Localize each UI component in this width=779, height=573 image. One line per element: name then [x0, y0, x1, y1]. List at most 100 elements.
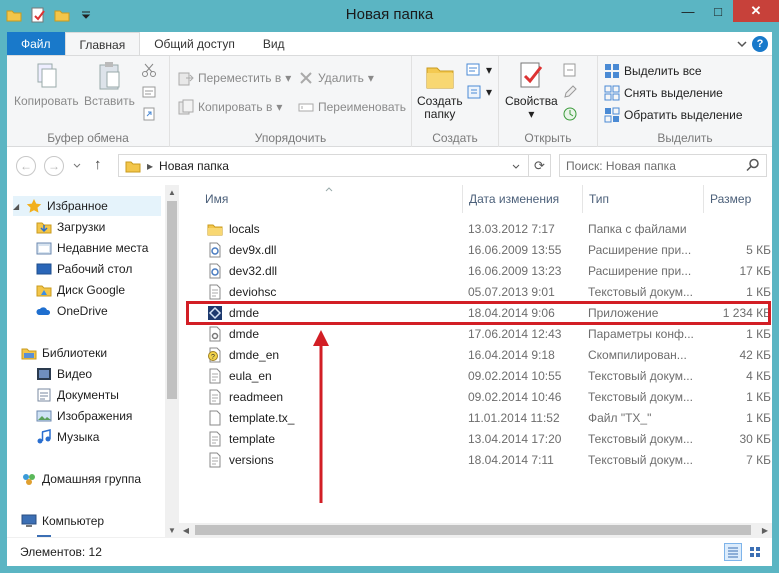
- maximize-button[interactable]: □: [703, 0, 733, 22]
- copy-to-icon: [178, 99, 194, 115]
- file-type: Текстовый докум...: [588, 284, 693, 299]
- copy-to-button[interactable]: Копировать в ▾: [178, 99, 282, 115]
- column-header-type[interactable]: Тип: [583, 185, 704, 213]
- nav-label: Видео: [57, 367, 93, 381]
- easy-access-button[interactable]: ▾: [466, 84, 492, 100]
- libraries-icon: [21, 348, 37, 360]
- table-row[interactable]: locals 13.03.2012 7:17 Папка с файлами: [193, 218, 772, 239]
- refresh-button[interactable]: ⟳: [528, 155, 550, 176]
- open-button[interactable]: [562, 62, 578, 78]
- window-controls: — □ ✕: [673, 0, 779, 22]
- scroll-right-arrow[interactable]: ▶: [758, 523, 772, 537]
- nav-recent-places[interactable]: Недавние места: [36, 238, 148, 258]
- paste-shortcut-button[interactable]: [141, 106, 157, 122]
- generic-file-icon: [209, 410, 221, 425]
- scroll-left-arrow[interactable]: ◀: [179, 523, 193, 537]
- address-dropdown-icon[interactable]: [512, 163, 520, 171]
- table-row[interactable]: versions 18.04.2014 7:11 Текстовый докум..…: [193, 449, 772, 470]
- invert-selection-icon: [604, 107, 620, 123]
- copy-button[interactable]: Копировать: [14, 60, 79, 108]
- delete-button[interactable]: Удалить ▾: [298, 70, 374, 86]
- ribbon: Копировать Вставить Буфер обмена Перемес…: [7, 55, 772, 148]
- help-icon[interactable]: ?: [752, 36, 768, 52]
- search-input[interactable]: Поиск: Новая папка: [559, 154, 767, 177]
- nav-desktop[interactable]: Рабочий стол: [36, 259, 132, 279]
- nav-computer[interactable]: Компьютер: [21, 511, 104, 531]
- table-row[interactable]: template 13.04.2014 17:20 Текстовый докум.…: [193, 428, 772, 449]
- table-row[interactable]: dev32.dll 16.06.2009 13:23 Расширение при.…: [193, 260, 772, 281]
- file-date: 16.06.2009 13:23: [468, 263, 562, 278]
- forward-button[interactable]: →: [44, 156, 64, 176]
- dropdown-arrow-icon: ▾: [486, 63, 493, 77]
- properties-button[interactable]: Свойства ▾: [505, 60, 558, 121]
- nav-favorites[interactable]: ◢ Избранное: [13, 196, 161, 216]
- select-none-button[interactable]: Снять выделение: [604, 85, 723, 101]
- dropdown-arrow-icon: ▾: [367, 71, 374, 85]
- move-to-button[interactable]: Переместить в ▾: [178, 70, 291, 86]
- table-row[interactable]: eula_en 09.02.2014 10:55 Текстовый докум..…: [193, 365, 772, 386]
- file-name-cell: readmeen: [207, 386, 457, 407]
- nav-documents[interactable]: Документы: [36, 385, 119, 405]
- nav-label: Загрузки: [57, 220, 106, 234]
- back-button[interactable]: ←: [16, 156, 36, 176]
- close-button[interactable]: ✕: [733, 0, 779, 22]
- expand-ribbon-icon[interactable]: [736, 38, 748, 50]
- select-all-button[interactable]: Выделить все: [604, 63, 702, 79]
- table-row[interactable]: dev9x.dll 16.06.2009 13:55 Расширение при.…: [193, 239, 772, 260]
- nav-google-drive[interactable]: Диск Google: [36, 280, 125, 300]
- tab-view[interactable]: Вид: [249, 32, 299, 56]
- nav-downloads[interactable]: Загрузки: [36, 217, 105, 237]
- paste-button[interactable]: Вставить: [84, 60, 135, 108]
- invert-selection-button[interactable]: Обратить выделение: [604, 107, 743, 123]
- table-row[interactable]: template.tx_ 11.01.2014 11:52 Файл "TX_" 1 …: [193, 407, 772, 428]
- help-file-icon: ?: [208, 347, 221, 362]
- file-type: Скомпилирован...: [588, 347, 687, 362]
- tab-file[interactable]: Файл: [7, 32, 65, 56]
- navigation-pane: ◢ Избранное Загрузки Недавние места Рабо…: [7, 185, 179, 537]
- scroll-up-arrow[interactable]: ▲: [165, 185, 179, 199]
- file-name-cell: ? dmde_en: [207, 344, 457, 365]
- nav-onedrive[interactable]: OneDrive: [36, 301, 108, 321]
- select-all-label: Выделить все: [624, 64, 702, 78]
- large-icons-view-button[interactable]: [746, 543, 764, 561]
- address-input[interactable]: ▸ Новая папка ⟳: [118, 154, 551, 177]
- edit-button[interactable]: [562, 84, 578, 100]
- table-row[interactable]: ? dmde_en 16.04.2014 9:18 Скомпилирован... 4…: [193, 344, 772, 365]
- nav-scrollbar[interactable]: ▲ ▼: [165, 185, 179, 537]
- tab-share[interactable]: Общий доступ: [140, 32, 249, 56]
- file-type: Текстовый докум...: [588, 452, 693, 467]
- nav-scroll-thumb[interactable]: [167, 201, 177, 399]
- cut-button[interactable]: [141, 62, 157, 78]
- minimize-button[interactable]: —: [673, 0, 703, 22]
- up-button[interactable]: ↑: [94, 156, 102, 173]
- new-item-button[interactable]: ▾: [466, 62, 492, 78]
- horizontal-scroll-thumb[interactable]: [195, 525, 751, 535]
- table-row[interactable]: readmeen 09.02.2014 10:46 Текстовый докум.…: [193, 386, 772, 407]
- file-list-scrollbar[interactable]: ◀ ▶: [179, 523, 772, 537]
- scissors-icon: [142, 63, 156, 77]
- copy-path-button[interactable]: [141, 84, 157, 100]
- details-view-button[interactable]: [724, 543, 742, 561]
- table-row[interactable]: dmde 17.06.2014 12:43 Параметры конф... 1 К…: [193, 323, 772, 344]
- file-name: locals: [229, 221, 260, 236]
- column-header-name[interactable]: Имя: [199, 185, 463, 213]
- nav-pictures[interactable]: Изображения: [36, 406, 132, 426]
- column-header-size[interactable]: Размер: [704, 185, 772, 213]
- scroll-down-arrow[interactable]: ▼: [165, 523, 179, 537]
- dll-icon: [209, 242, 221, 257]
- history-button[interactable]: [562, 106, 578, 122]
- large-icons-view-icon: [750, 547, 760, 557]
- nav-homegroup[interactable]: Домашняя группа: [21, 469, 141, 489]
- nav-label: Недавние места: [57, 241, 149, 255]
- new-folder-button[interactable]: Создать папку: [417, 60, 463, 121]
- nav-music[interactable]: Музыка: [36, 427, 99, 447]
- recent-locations-icon[interactable]: [73, 162, 81, 170]
- text-file-icon: [209, 368, 221, 383]
- rename-button[interactable]: Переименовать: [298, 99, 406, 115]
- tab-home[interactable]: Главная: [64, 32, 141, 56]
- table-row[interactable]: deviohsc 05.07.2013 9:01 Текстовый докум..…: [193, 281, 772, 302]
- column-header-date[interactable]: Дата изменения: [463, 185, 583, 213]
- breadcrumb-current[interactable]: Новая папка: [159, 159, 229, 173]
- nav-video[interactable]: Видео: [36, 364, 92, 384]
- nav-libraries[interactable]: Библиотеки: [21, 343, 107, 363]
